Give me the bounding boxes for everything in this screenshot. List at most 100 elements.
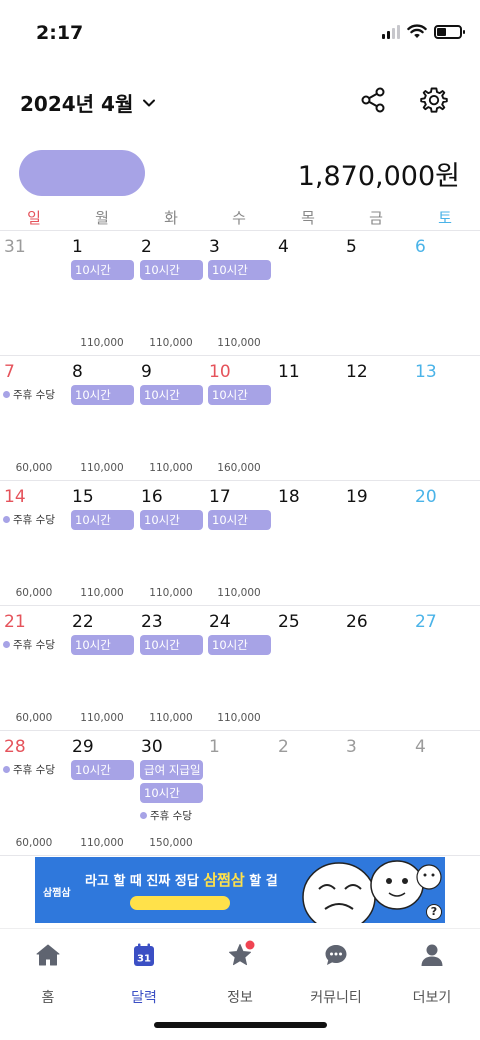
day-number: 18 <box>278 487 300 507</box>
daily-amount: 110,000 <box>80 712 124 724</box>
ad-headline-end: 할 걸 <box>249 874 278 889</box>
allowance-dot-icon <box>3 516 10 523</box>
work-hours-chip[interactable]: 10시간 <box>140 783 203 803</box>
calendar-day[interactable]: 27 <box>411 606 479 730</box>
calendar-day[interactable]: 10 10시간 160,000 <box>205 356 273 480</box>
work-hours-chip[interactable]: 10시간 <box>71 760 134 780</box>
calendar-day[interactable]: 7 주휴 수당 60,000 <box>0 356 68 480</box>
settings-button[interactable] <box>418 84 450 116</box>
calendar-day[interactable]: 20 <box>411 481 479 605</box>
calendar-day[interactable]: 18 <box>274 481 342 605</box>
day-number: 5 <box>346 237 357 257</box>
calendar-day[interactable]: 30 급여 지급일 10시간 주휴 수당 150,000 <box>137 731 205 855</box>
day-number: 29 <box>72 737 94 757</box>
tab-home[interactable]: 홈 <box>0 941 96 1006</box>
tab-more[interactable]: 더보기 <box>384 941 480 1006</box>
calendar-day[interactable]: 6 <box>411 231 479 355</box>
calendar-day[interactable]: 4 <box>274 231 342 355</box>
allowance-text: 주휴 수당 <box>13 639 55 651</box>
share-button[interactable] <box>357 84 389 116</box>
day-number: 4 <box>415 737 426 757</box>
chevron-down-icon <box>143 99 156 106</box>
work-hours-chip[interactable]: 10시간 <box>71 260 134 280</box>
chat-bubble-icon <box>325 945 347 965</box>
ad-cta-pill <box>130 896 230 910</box>
day-number: 1 <box>209 737 220 757</box>
month-selector[interactable]: 2024년 4월 <box>20 88 157 117</box>
work-hours-chip[interactable]: 10시간 <box>71 510 134 530</box>
tab-community[interactable]: 커뮤니티 <box>288 941 384 1006</box>
calendar-day[interactable]: 1 10시간 110,000 <box>68 231 136 355</box>
calendar-day[interactable]: 22 10시간 110,000 <box>68 606 136 730</box>
tab-calendar[interactable]: 31 달력 <box>96 941 192 1006</box>
work-hours-chip[interactable]: 10시간 <box>208 385 271 405</box>
calendar-day[interactable]: 28 주휴 수당 60,000 <box>0 731 68 855</box>
calendar-day[interactable]: 11 <box>274 356 342 480</box>
calendar-day[interactable]: 3 10시간 110,000 <box>205 231 273 355</box>
calendar-day[interactable]: 8 10시간 110,000 <box>68 356 136 480</box>
summary-pill-button[interactable] <box>19 150 145 196</box>
person-icon <box>421 944 443 966</box>
calendar-day[interactable]: 4 <box>411 731 479 855</box>
day-number: 16 <box>141 487 163 507</box>
calendar-day[interactable]: 13 <box>411 356 479 480</box>
calendar-week: 7 주휴 수당 60,000 8 10시간 110,000 9 10시간 110,000 10 10… <box>0 356 480 481</box>
calendar-day[interactable]: 25 <box>274 606 342 730</box>
day-number: 13 <box>415 362 437 382</box>
calendar-day[interactable]: 29 10시간 110,000 <box>68 731 136 855</box>
work-hours-chip[interactable]: 10시간 <box>140 510 203 530</box>
work-hours-chip[interactable]: 10시간 <box>208 635 271 655</box>
work-hours-chip[interactable]: 10시간 <box>140 260 203 280</box>
day-number: 3 <box>346 737 357 757</box>
daily-amount: 60,000 <box>15 712 53 724</box>
payday-chip[interactable]: 급여 지급일 <box>140 760 203 780</box>
calendar-day[interactable]: 26 <box>342 606 410 730</box>
daily-amount: 110,000 <box>80 587 124 599</box>
day-number: 21 <box>4 612 26 632</box>
calendar-day[interactable]: 2 <box>274 731 342 855</box>
weekly-allowance-label: 주휴 수당 <box>3 637 55 652</box>
weekday-fri: 금 <box>369 209 383 227</box>
calendar-day[interactable]: 23 10시간 110,000 <box>137 606 205 730</box>
month-title: 2024년 4월 <box>20 92 134 116</box>
calendar-day[interactable]: 24 10시간 110,000 <box>205 606 273 730</box>
ad-banner[interactable]: 삼쩜삼 라고 할 때 진짜 정답 삼쩜삼 할 걸 ? <box>35 857 445 923</box>
tab-info[interactable]: 정보 <box>192 940 288 1006</box>
calendar-day[interactable]: 21 주휴 수당 60,000 <box>0 606 68 730</box>
work-hours-chip[interactable]: 10시간 <box>140 385 203 405</box>
day-number: 2 <box>278 737 289 757</box>
day-number: 28 <box>4 737 26 757</box>
allowance-text: 주휴 수당 <box>13 514 55 526</box>
work-hours-chip[interactable]: 10시간 <box>71 385 134 405</box>
notification-badge <box>245 940 255 950</box>
calendar-day[interactable]: 2 10시간 110,000 <box>137 231 205 355</box>
calendar-day[interactable]: 14 주휴 수당 60,000 <box>0 481 68 605</box>
ad-info-icon[interactable]: ? <box>426 904 442 920</box>
calendar-day[interactable]: 12 <box>342 356 410 480</box>
day-number: 7 <box>4 362 15 382</box>
calendar-week: 14 주휴 수당 60,000 15 10시간 110,000 16 10시간 110,000 1… <box>0 481 480 606</box>
day-number: 17 <box>209 487 231 507</box>
daily-amount: 110,000 <box>217 337 261 349</box>
weekly-allowance-label: 주휴 수당 <box>3 762 55 777</box>
ad-illustration <box>302 860 442 923</box>
calendar-day[interactable]: 9 10시간 110,000 <box>137 356 205 480</box>
calendar-day[interactable]: 19 <box>342 481 410 605</box>
work-hours-chip[interactable]: 10시간 <box>208 510 271 530</box>
calendar-day[interactable]: 5 <box>342 231 410 355</box>
weekly-allowance-label: 주휴 수당 <box>140 808 192 823</box>
tab-community-label: 커뮤니티 <box>310 990 362 1006</box>
work-hours-chip[interactable]: 10시간 <box>71 635 134 655</box>
day-number: 10 <box>209 362 231 382</box>
calendar-day[interactable]: 1 <box>205 731 273 855</box>
work-hours-chip[interactable]: 10시간 <box>208 260 271 280</box>
calendar-day[interactable]: 17 10시간 110,000 <box>205 481 273 605</box>
day-number: 27 <box>415 612 437 632</box>
calendar-day[interactable]: 15 10시간 110,000 <box>68 481 136 605</box>
calendar-day[interactable]: 16 10시간 110,000 <box>137 481 205 605</box>
work-hours-chip[interactable]: 10시간 <box>140 635 203 655</box>
calendar-icon: 31 <box>134 943 154 966</box>
calendar-day[interactable]: 3 <box>342 731 410 855</box>
status-icons <box>382 24 465 39</box>
calendar-day[interactable]: 31 <box>0 231 68 355</box>
